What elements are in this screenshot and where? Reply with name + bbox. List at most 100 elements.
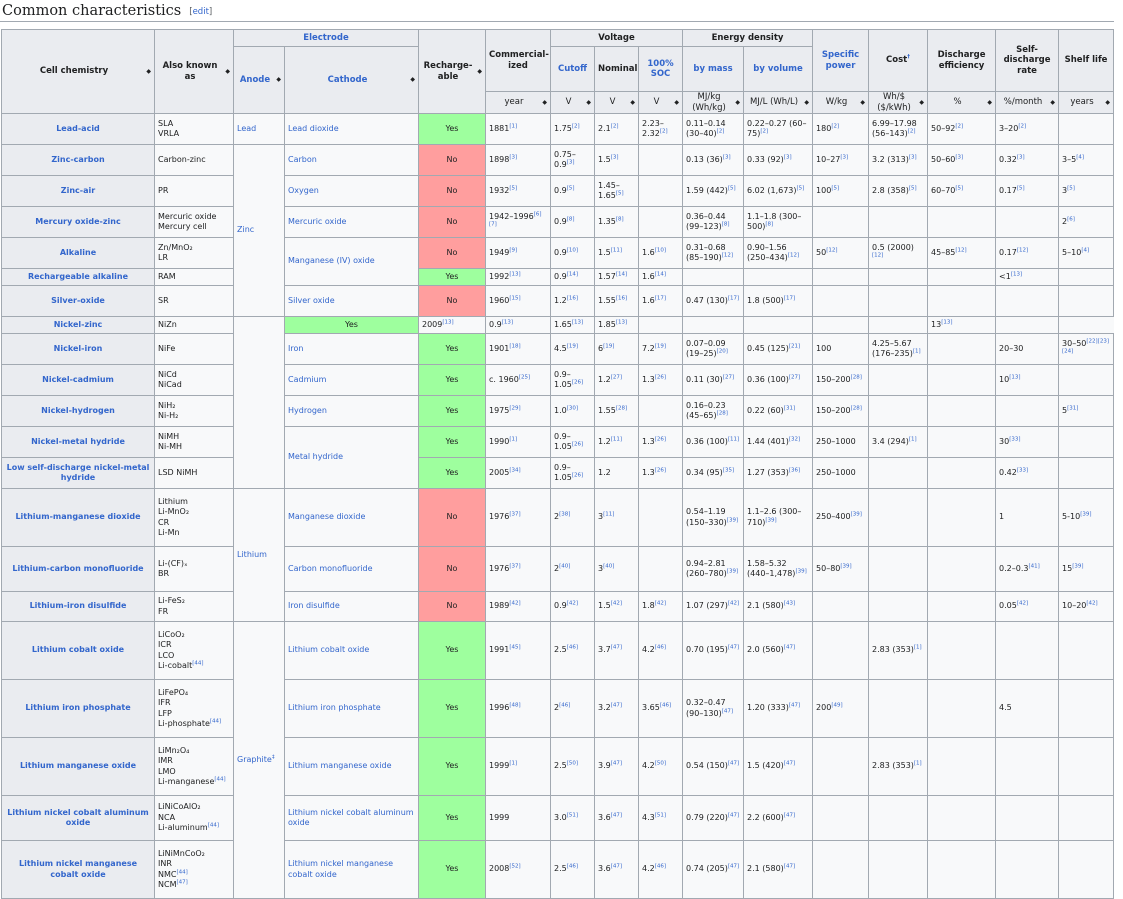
commercialized-cell-citation[interactable]: [15] [509,295,520,301]
energy-by-mass-cell-citation[interactable]: [20] [717,348,728,355]
cathode-link[interactable]: Carbon [288,155,317,164]
cutoff-voltage-cell-citation[interactable]: [3] [567,159,575,166]
unit-shelf[interactable]: years [1058,91,1115,114]
shelf-life-cell-citation[interactable]: [39] [1080,512,1091,518]
soc-voltage-cell-citation[interactable]: [51] [655,812,666,818]
anode-link[interactable]: Cadmium [288,375,326,384]
cutoff-voltage-cell-citation[interactable]: [40] [559,563,570,569]
soc-voltage-cell-citation[interactable]: [42] [655,601,666,607]
unit-year[interactable]: year [485,91,551,114]
nominal-voltage-cell-citation[interactable]: [47] [611,761,622,767]
commercialized-cell-citation[interactable]: [37] [509,563,520,569]
commercialized-cell-citation[interactable]: [3] [509,154,517,160]
header-cell-chemistry[interactable]: Cell chemistry [1,29,155,114]
header-100-soc[interactable]: 100% SOC [637,46,684,92]
energy-by-volume-cell-citation[interactable]: [3] [784,154,792,160]
header-cathode[interactable]: Cathode [284,46,419,114]
commercialized-cell-citation[interactable]: [37] [509,512,520,518]
cathode-link[interactable]: Carbon monofluoride [288,564,373,573]
cutoff-voltage-cell-citation[interactable]: [46] [567,864,578,870]
anode-link[interactable]: Lithium [237,550,267,559]
row-header-chemistry[interactable]: Alkaline [1,237,155,269]
chemistry-link[interactable]: Lead-acid [56,124,100,133]
row-header-chemistry[interactable]: Lithium nickel cobalt aluminum oxide [1,795,155,841]
row-header-chemistry[interactable]: Lithium nickel manganese cobalt oxide [1,840,155,899]
energy-by-mass-cell-citation[interactable]: [11] [728,436,739,442]
chemistry-link[interactable]: Nickel-metal hydride [31,437,125,446]
row-header-chemistry[interactable]: Zinc-air [1,175,155,207]
energy-by-volume-cell-citation[interactable]: [39] [765,517,776,523]
nominal-voltage-cell-citation[interactable]: [5] [616,190,624,197]
nominal-voltage-cell-citation[interactable]: [16] [616,295,627,301]
anode-link[interactable]: Metal hydride [288,452,343,461]
cutoff-voltage-cell-citation[interactable]: [2] [572,123,580,129]
soc-voltage-cell-citation[interactable]: [46] [655,864,666,870]
energy-by-volume-cell-citation[interactable]: [43] [784,601,795,607]
energy-by-volume-cell-citation[interactable]: [31] [784,405,795,411]
shelf-life-cell-citation[interactable]: [4] [1076,154,1084,160]
row-header-chemistry[interactable]: Nickel-metal hydride [1,426,155,458]
energy-by-volume-cell-citation[interactable]: [47] [789,703,800,709]
row-header-chemistry[interactable]: Lithium iron phosphate [1,679,155,738]
self-discharge-cell-citation[interactable]: [13] [1011,271,1022,277]
unit-power[interactable]: W/kg [812,91,870,114]
commercialized-cell-citation[interactable]: [25] [519,374,530,380]
chemistry-link[interactable]: Lithium-carbon monofluoride [12,564,143,573]
alias-citation[interactable]: [44] [210,718,221,725]
row-header-chemistry[interactable]: Nickel-cadmium [1,364,155,396]
nominal-voltage-cell-citation[interactable]: [3] [611,154,619,160]
unit-soc[interactable]: V [637,91,684,114]
energy-by-mass-cell-citation[interactable]: [42] [728,601,739,607]
self-discharge-cell-citation[interactable]: [2] [1018,123,1026,129]
chemistry-link[interactable]: Silver-oxide [51,296,105,305]
specific-power-cell-citation[interactable]: [3] [840,154,848,160]
chemistry-link[interactable]: Lithium cobalt oxide [32,645,124,654]
nominal-voltage-cell-citation[interactable]: [47] [611,812,622,818]
cathode-link[interactable]: Lead dioxide [288,124,339,133]
alias-citation[interactable]: [44] [192,660,203,667]
soc-voltage-cell-citation[interactable]: [17] [655,295,666,301]
nominal-voltage-cell-citation[interactable]: [8] [616,216,624,222]
chemistry-link[interactable]: Lithium nickel cobalt aluminum oxide [7,808,149,828]
energy-by-volume-cell-citation[interactable]: [47] [784,812,795,818]
cutoff-voltage-cell-citation[interactable]: [38] [559,512,570,518]
cathode-link[interactable]: Lithium nickel cobalt aluminum oxide [288,808,414,828]
nominal-voltage-cell-citation[interactable]: [27] [611,374,622,380]
cathode-link[interactable]: Mercuric oxide [288,217,346,226]
chemistry-link[interactable]: Lithium-iron disulfide [30,601,127,610]
soc-voltage-cell-citation[interactable]: [2] [660,128,668,135]
soc-voltage-cell-citation[interactable]: [50] [655,761,666,767]
nominal-voltage-cell-citation[interactable]: [11] [611,247,622,253]
commercialized-cell-citation[interactable]: [42] [509,601,520,607]
cutoff-voltage-cell-citation[interactable]: [19] [567,343,578,349]
nominal-voltage-cell-citation[interactable]: [2] [611,123,619,129]
cutoff-voltage-cell-citation[interactable]: [13] [502,319,513,325]
energy-by-volume-cell-citation[interactable]: [8] [765,221,773,228]
row-header-chemistry[interactable]: Nickel-zinc [1,316,155,334]
cathode-link[interactable]: Lithium iron phosphate [288,703,381,712]
chemistry-link[interactable]: Zinc-carbon [51,155,104,164]
header-anode[interactable]: Anode [233,46,285,114]
anode-link[interactable]: Iron [288,344,303,353]
cutoff-voltage-cell-citation[interactable]: [26] [572,441,583,448]
nominal-voltage-cell-citation[interactable]: [13] [572,319,583,325]
energy-by-volume-cell-citation[interactable]: [21] [789,343,800,349]
energy-by-mass-cell-citation[interactable]: [47] [728,645,739,651]
soc-voltage-cell-citation[interactable]: [46] [655,645,666,651]
self-discharge-cell-citation[interactable]: [33] [1017,467,1028,473]
unit-self-discharge[interactable]: %/month [995,91,1060,114]
shelf-life-cell-citation[interactable]: [6] [1067,216,1075,222]
soc-voltage-cell-citation[interactable]: [26] [655,374,666,380]
self-discharge-cell-citation[interactable]: [12] [1017,247,1028,253]
row-header-chemistry[interactable]: Lithium-manganese dioxide [1,488,155,547]
cutoff-voltage-cell-citation[interactable]: [46] [567,645,578,651]
header-specific-power[interactable]: Specific power [812,29,870,92]
chemistry-link[interactable]: Rechargeable alkaline [28,272,128,281]
anode-link[interactable]: Hydrogen [288,406,327,415]
energy-by-mass-cell-citation[interactable]: [27] [723,374,734,380]
cutoff-voltage-cell-citation[interactable]: [50] [567,761,578,767]
cathode-link[interactable]: Manganese (IV) oxide [288,256,375,265]
energy-by-volume-cell-citation[interactable]: [36] [789,467,800,473]
chemistry-link[interactable]: Alkaline [60,248,96,257]
energy-by-mass-cell-citation[interactable]: [17] [728,295,739,301]
